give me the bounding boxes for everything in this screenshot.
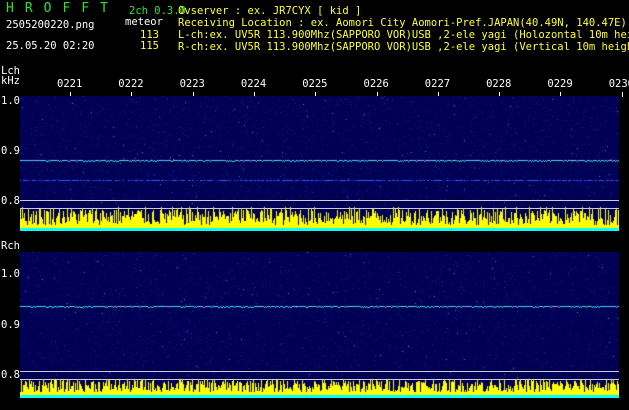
time-tick-label: 0229 (547, 78, 573, 90)
time-tick-label: 0221 (57, 78, 83, 90)
time-tick-label: 0223 (179, 78, 205, 90)
location-info: Receiving Location : ex. Aomori City Aom… (178, 17, 627, 29)
capture-datetime: 25.05.20 02:20 (6, 40, 95, 52)
lch-info: L-ch:ex. UV5R 113.900Mhz(SAPPORO VOR)USB… (178, 29, 629, 41)
time-tick-label: 0222 (118, 78, 144, 90)
time-tick-label: 0227 (424, 78, 451, 90)
lch-spectrogram (20, 96, 619, 231)
rch-ytick-0.8: 0.8 (1, 369, 20, 381)
meteor-count-r: 115 (140, 40, 159, 52)
rch-label: Rch (1, 240, 20, 252)
meteor-label: meteor (125, 16, 163, 28)
time-tick (621, 92, 623, 97)
time-tick-label: 0225 (302, 78, 328, 90)
app-brand: HROFFT (6, 1, 119, 16)
lch-ytick-1.0: 1.0 (1, 95, 20, 107)
rch-ytick-0.9: 0.9 (1, 319, 20, 331)
rch-spectrogram (20, 252, 619, 398)
rch-baseline (20, 371, 619, 372)
time-tick-label: 0228 (486, 78, 512, 90)
lch-ytick-0.8: 0.8 (1, 195, 20, 207)
lch-ytick-0.9: 0.9 (1, 145, 20, 157)
file-name: 2505200220.png (6, 19, 95, 31)
time-tick-label: 0224 (240, 78, 267, 90)
rch-level-top (20, 379, 619, 380)
rch-info: R-ch:ex. UV5R 113.900Mhz(SAPPORO VOR)USB… (178, 41, 629, 53)
rch-ytick-1.0: 1.0 (1, 268, 20, 280)
lch-level-top (20, 208, 619, 209)
time-axis: 0221 0222 0223 0224 0225 0226 0227 0228 0229 0230 (0, 78, 629, 97)
lch-baseline (20, 200, 619, 201)
observer-info: Ovserver : ex. JR7CYX [ kid ] (178, 5, 362, 17)
time-tick-label: 0230 (608, 78, 629, 90)
time-tick-label: 0226 (363, 78, 389, 90)
